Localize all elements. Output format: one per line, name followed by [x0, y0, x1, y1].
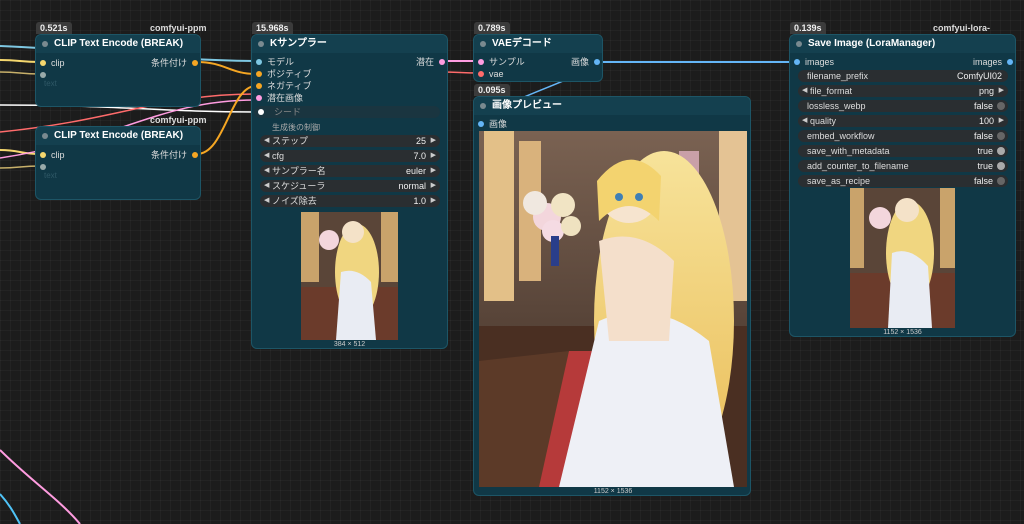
save-image-lora-manager-node[interactable]: Save Image (LoraManager) images images f… [789, 34, 1016, 337]
file-format-select[interactable]: ◀ file_format png ▶ [798, 85, 1008, 97]
decrement-arrow-icon: ◀ [264, 152, 270, 159]
clip-text-encode-node-1[interactable]: CLIP Text Encode (BREAK) clip 条件付け text [35, 34, 201, 107]
decrement-arrow-icon: ◀ [264, 137, 270, 144]
decrement-arrow-icon: ◀ [802, 87, 808, 94]
positive-input-port[interactable]: ポジティブ [256, 68, 311, 80]
clip-text-encode-node-2[interactable]: CLIP Text Encode (BREAK) clip 条件付け text [35, 126, 201, 200]
node-title-text: Save Image (LoraManager) [808, 38, 936, 49]
decrement-arrow-icon: ◀ [264, 167, 270, 174]
image-input-port[interactable]: 画像 [478, 118, 507, 130]
node-title[interactable]: Save Image (LoraManager) [790, 35, 1015, 53]
scheduler-widget[interactable]: ◀ スケジューラ normal ▶ [260, 180, 440, 192]
decrement-arrow-icon: ◀ [802, 117, 808, 124]
node-title-text: VAEデコード [492, 38, 552, 49]
collapse-dot-icon[interactable] [480, 41, 486, 47]
increment-arrow-icon: ▶ [998, 117, 1004, 124]
increment-arrow-icon: ▶ [430, 197, 436, 204]
conditioning-output-port[interactable]: 条件付け [151, 149, 198, 161]
sampler-name-widget[interactable]: ◀ サンプラー名 euler ▶ [260, 165, 440, 177]
increment-arrow-icon: ▶ [430, 167, 436, 174]
seed-input-row[interactable]: シード [254, 106, 440, 118]
collapse-dot-icon[interactable] [258, 41, 264, 47]
image-output-port[interactable]: 画像 [571, 56, 600, 68]
vae-input-port[interactable]: vae [478, 68, 504, 80]
timing-badge: 0.521s [36, 22, 72, 34]
image-size-caption: 384 × 512 [333, 341, 366, 348]
collapse-dot-icon[interactable] [42, 133, 48, 139]
saved-image-thumbnail [850, 188, 955, 328]
preview-image [479, 131, 747, 487]
image-size-caption: 1152 × 1536 [593, 488, 633, 495]
images-output-port[interactable]: images [973, 56, 1013, 68]
toggle-knob-icon [997, 177, 1005, 185]
save-as-recipe-toggle[interactable]: save_as_recipe false [798, 175, 1008, 187]
image-size-caption: 1152 × 1536 [883, 329, 922, 336]
negative-input-port[interactable]: ネガティブ [256, 80, 311, 92]
latent-output-port[interactable]: 潜在 [416, 56, 445, 68]
node-source-label: comfyui-ppm [150, 23, 207, 33]
timing-badge: 0.139s [790, 22, 826, 34]
timing-badge: 0.095s [474, 84, 510, 96]
timing-badge: 0.789s [474, 22, 510, 34]
node-title-text: Kサンプラー [270, 38, 327, 49]
ksampler-node[interactable]: Kサンプラー モデル 潜在 ポジティブ ネガティブ 潜在画像 シード 生成後の制… [251, 34, 448, 349]
collapse-dot-icon[interactable] [42, 41, 48, 47]
denoise-widget[interactable]: ◀ ノイズ除去 1.0 ▶ [260, 195, 440, 207]
collapse-dot-icon[interactable] [480, 103, 486, 109]
latent-image-input-port[interactable]: 潜在画像 [256, 92, 303, 104]
increment-arrow-icon: ▶ [430, 182, 436, 189]
vae-decode-node[interactable]: VAEデコード サンプル 画像 vae [473, 34, 603, 82]
embed-workflow-toggle[interactable]: embed_workflow false [798, 130, 1008, 142]
node-title[interactable]: 画像プレビュー [474, 97, 750, 115]
text-widget-placeholder[interactable]: text [44, 171, 57, 180]
node-title[interactable]: Kサンプラー [252, 35, 447, 53]
collapse-dot-icon[interactable] [796, 41, 802, 47]
node-title-text: CLIP Text Encode (BREAK) [54, 130, 184, 141]
toggle-knob-icon [997, 102, 1005, 110]
increment-arrow-icon: ▶ [998, 87, 1004, 94]
node-title-text: CLIP Text Encode (BREAK) [54, 38, 184, 49]
node-title[interactable]: VAEデコード [474, 35, 602, 53]
model-input-port[interactable]: モデル [256, 56, 294, 68]
ksampler-preview-image [301, 212, 398, 340]
add-counter-toggle[interactable]: add_counter_to_filename true [798, 160, 1008, 172]
node-title-text: 画像プレビュー [492, 100, 562, 111]
filename-prefix-field[interactable]: filename_prefix ComfyUI02 [798, 70, 1008, 82]
steps-widget[interactable]: ◀ ステップ 25 ▶ [260, 135, 440, 147]
save-with-metadata-toggle[interactable]: save_with_metadata true [798, 145, 1008, 157]
toggle-knob-icon [997, 162, 1005, 170]
node-title[interactable]: CLIP Text Encode (BREAK) [36, 127, 200, 145]
section-label: 生成後の制御 [272, 123, 320, 132]
lossless-webp-toggle[interactable]: lossless_webp false [798, 100, 1008, 112]
increment-arrow-icon: ▶ [430, 137, 436, 144]
cfg-widget[interactable]: ◀ cfg 7.0 ▶ [260, 150, 440, 162]
node-title[interactable]: CLIP Text Encode (BREAK) [36, 35, 200, 53]
timing-badge: 15.968s [252, 22, 293, 34]
images-input-port[interactable]: images [794, 56, 834, 68]
decrement-arrow-icon: ◀ [264, 182, 270, 189]
text-widget-placeholder[interactable]: text [44, 79, 57, 88]
clip-input-port[interactable]: clip [40, 149, 65, 161]
node-source-label: comfyui-ppm [150, 115, 207, 125]
toggle-knob-icon [997, 147, 1005, 155]
conditioning-output-port[interactable]: 条件付け [151, 57, 198, 69]
preview-image-node[interactable]: 画像プレビュー 画像 1152 × 1536 [473, 96, 751, 496]
clip-input-port[interactable]: clip [40, 57, 65, 69]
quality-widget[interactable]: ◀ quality 100 ▶ [798, 115, 1008, 127]
samples-input-port[interactable]: サンプル [478, 56, 525, 68]
decrement-arrow-icon: ◀ [264, 197, 270, 204]
increment-arrow-icon: ▶ [430, 152, 436, 159]
toggle-knob-icon [997, 132, 1005, 140]
